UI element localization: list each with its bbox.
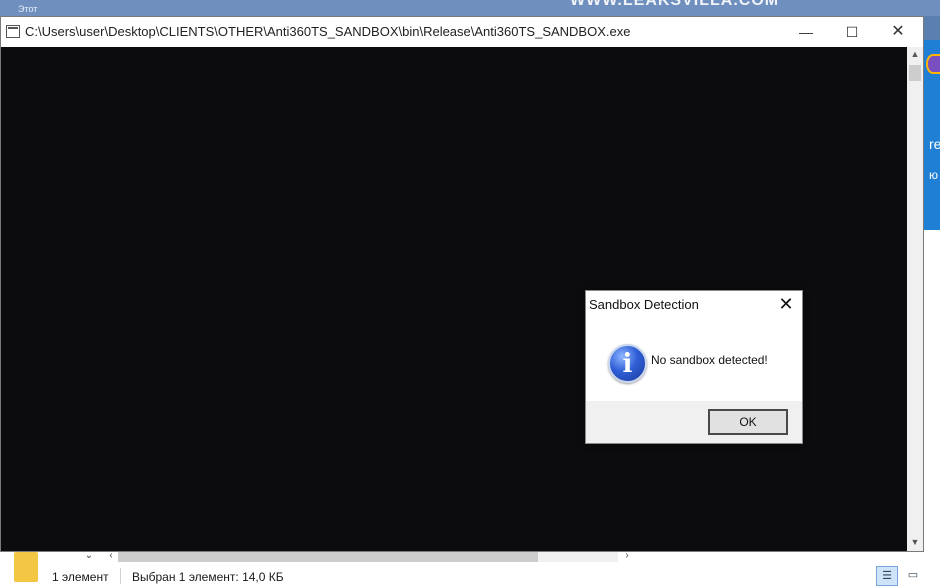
- dialog-title: Sandbox Detection: [589, 297, 699, 312]
- console-app-icon[interactable]: [6, 25, 20, 38]
- watermark: WWW.LEAKSVILLA.COM: [570, 0, 780, 9]
- details-view-button[interactable]: ☰: [876, 566, 898, 586]
- vertical-scrollbar[interactable]: [907, 47, 923, 551]
- scroll-up-button[interactable]: ▲: [907, 49, 923, 63]
- console-window-title: C:\Users\user\Desktop\CLIENTS\OTHER\Anti…: [25, 24, 631, 39]
- large-icons-view-button[interactable]: ▭: [902, 566, 924, 586]
- dialog-close-button[interactable]: ✕: [770, 291, 802, 317]
- status-divider: [120, 568, 121, 584]
- background-window-text: re: [929, 136, 940, 152]
- information-icon: i: [608, 344, 647, 383]
- horizontal-scrollbar-thumb[interactable]: [118, 552, 538, 562]
- console-window: C:\Users\user\Desktop\CLIENTS\OTHER\Anti…: [0, 16, 924, 552]
- minimize-button[interactable]: —: [783, 17, 829, 47]
- desktop-icon-label[interactable]: Этот: [18, 4, 37, 14]
- folder-icon: [14, 552, 38, 582]
- message-box-dialog: Sandbox Detection ✕ i No sandbox detecte…: [585, 290, 803, 444]
- ok-button[interactable]: OK: [708, 409, 788, 435]
- vertical-scrollbar-thumb[interactable]: [909, 65, 921, 81]
- status-item-count: 1 элемент: [52, 570, 109, 584]
- background-window-text: ю: [929, 168, 938, 182]
- console-titlebar[interactable]: C:\Users\user\Desktop\CLIENTS\OTHER\Anti…: [1, 17, 923, 47]
- status-selection-info: Выбран 1 элемент: 14,0 КБ: [132, 570, 284, 584]
- maximize-button[interactable]: ☐: [829, 17, 875, 47]
- close-button[interactable]: ✕: [875, 17, 921, 47]
- scroll-down-button[interactable]: ▼: [907, 537, 923, 551]
- app-logo-icon: [926, 54, 940, 74]
- dialog-message: No sandbox detected!: [651, 353, 768, 367]
- desktop-background: [0, 0, 940, 16]
